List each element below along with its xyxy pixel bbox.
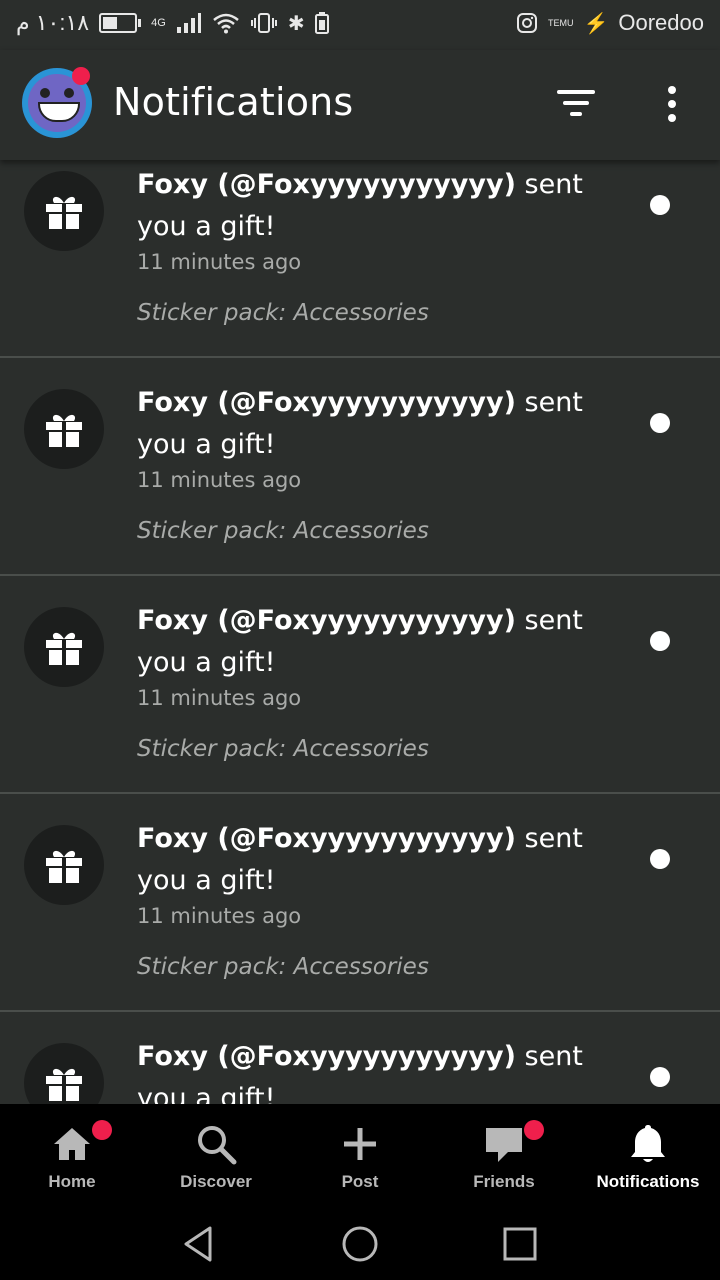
notification-detail: Sticker pack: Accessories <box>137 518 429 544</box>
nav-friends[interactable]: Friends <box>432 1104 576 1200</box>
filter-icon[interactable] <box>553 86 599 122</box>
gift-icon-circle <box>24 389 104 469</box>
chat-icon <box>486 1128 522 1162</box>
avatar-badge <box>72 67 90 85</box>
notification-item[interactable]: Foxy (@Foxyyyyyyyyyyy) sent you a gift! … <box>0 576 720 794</box>
gift-icon-circle <box>24 1043 104 1104</box>
notification-list: Foxy (@Foxyyyyyyyyyyy) sent you a gift! … <box>0 160 720 1104</box>
home-circle-icon[interactable] <box>340 1224 380 1264</box>
gift-icon <box>46 1068 82 1102</box>
notification-item[interactable]: Foxy (@Foxyyyyyyyyyyy) sent you a gift! … <box>0 794 720 1012</box>
nav-home-label: Home <box>48 1172 96 1191</box>
wifi-icon <box>213 13 239 34</box>
notification-message: Foxy (@Foxyyyyyyyyyyy) sent you a gift! <box>137 382 627 466</box>
gift-icon-circle <box>24 171 104 251</box>
unread-dot <box>650 631 670 651</box>
status-right: TEMU ⚡ Ooredoo <box>516 10 704 36</box>
nav-notifications[interactable]: Notifications <box>576 1104 720 1200</box>
nav-home[interactable]: Home <box>0 1104 144 1200</box>
page-title: Notifications <box>113 80 354 124</box>
more-options-icon[interactable] <box>658 84 686 124</box>
sender-name: Foxy (@Foxyyyyyyyyyyy) <box>137 605 516 636</box>
notification-time: 11 minutes ago <box>137 250 302 274</box>
sender-name: Foxy (@Foxyyyyyyyyyyy) <box>137 169 516 200</box>
battery-saver-icon <box>314 12 329 34</box>
battery-icon <box>99 13 142 33</box>
sender-name: Foxy (@Foxyyyyyyyyyyy) <box>137 387 516 418</box>
plus-icon <box>344 1128 376 1160</box>
app-bar: Notifications <box>0 50 720 160</box>
unread-dot <box>650 849 670 869</box>
unread-dot <box>650 195 670 215</box>
notification-item[interactable]: Foxy (@Foxyyyyyyyyyyy) sent you a gift! … <box>0 160 720 358</box>
search-icon <box>198 1126 237 1165</box>
sender-name: Foxy (@Foxyyyyyyyyyyy) <box>137 823 516 854</box>
home-icon <box>54 1128 90 1160</box>
unread-dot <box>650 413 670 433</box>
gift-icon-circle <box>24 825 104 905</box>
notification-time: 11 minutes ago <box>137 468 302 492</box>
sender-name: Foxy (@Foxyyyyyyyyyyy) <box>137 1041 516 1072</box>
recents-icon[interactable] <box>500 1224 540 1264</box>
carrier-name: Ooredoo <box>618 10 704 35</box>
nav-friends-label: Friends <box>473 1172 535 1191</box>
notification-detail: Sticker pack: Accessories <box>137 300 429 326</box>
notification-message: Foxy (@Foxyyyyyyyyyyy) sent you a gift! <box>137 600 627 684</box>
gift-icon <box>46 414 82 448</box>
notification-message: Foxy (@Foxyyyyyyyyyyy) sent you a gift! <box>137 1036 627 1104</box>
status-bar: ١٠:١٨ م 4G ✱ TEMU ⚡ Ooredoo <box>0 0 720 50</box>
gift-icon-circle <box>24 607 104 687</box>
nav-post-label: Post <box>341 1172 379 1191</box>
unread-dot <box>650 1067 670 1087</box>
bluetooth-icon: ✱ <box>287 12 305 35</box>
nav-discover[interactable]: Discover <box>144 1104 288 1200</box>
temu-icon: TEMU <box>547 17 574 28</box>
home-badge <box>92 1120 112 1140</box>
gift-icon <box>46 632 82 666</box>
status-left: ١٠:١٨ م 4G ✱ <box>16 10 329 36</box>
notification-message: Foxy (@Foxyyyyyyyyyyy) sent you a gift! <box>137 818 627 902</box>
gift-icon <box>46 850 82 884</box>
notification-message: Foxy (@Foxyyyyyyyyyyy) sent you a gift! <box>137 164 627 248</box>
notification-detail: Sticker pack: Accessories <box>137 954 429 980</box>
notification-time: 11 minutes ago <box>137 904 302 928</box>
vibrate-icon <box>250 13 277 33</box>
instagram-icon <box>516 13 537 33</box>
notification-item[interactable]: Foxy (@Foxyyyyyyyyyyy) sent you a gift! … <box>0 358 720 576</box>
bell-icon <box>631 1125 665 1162</box>
nav-discover-label: Discover <box>180 1172 252 1191</box>
network-type: 4G <box>151 16 166 29</box>
gift-icon <box>46 196 82 230</box>
system-nav-bar <box>0 1200 720 1280</box>
friends-badge <box>524 1120 544 1140</box>
bottom-nav: Home Discover Post Friends Notifications <box>0 1104 720 1200</box>
lightning-icon: ⚡ <box>583 12 609 35</box>
notification-detail: Sticker pack: Accessories <box>137 736 429 762</box>
notification-time: 11 minutes ago <box>137 686 302 710</box>
notification-item[interactable]: Foxy (@Foxyyyyyyyyyyy) sent you a gift! <box>0 1012 720 1104</box>
back-icon[interactable] <box>180 1224 220 1264</box>
nav-post[interactable]: Post <box>288 1104 432 1200</box>
signal-icon <box>176 13 201 33</box>
clock: ١٠:١٨ م <box>16 10 90 35</box>
nav-notifications-label: Notifications <box>596 1172 700 1191</box>
